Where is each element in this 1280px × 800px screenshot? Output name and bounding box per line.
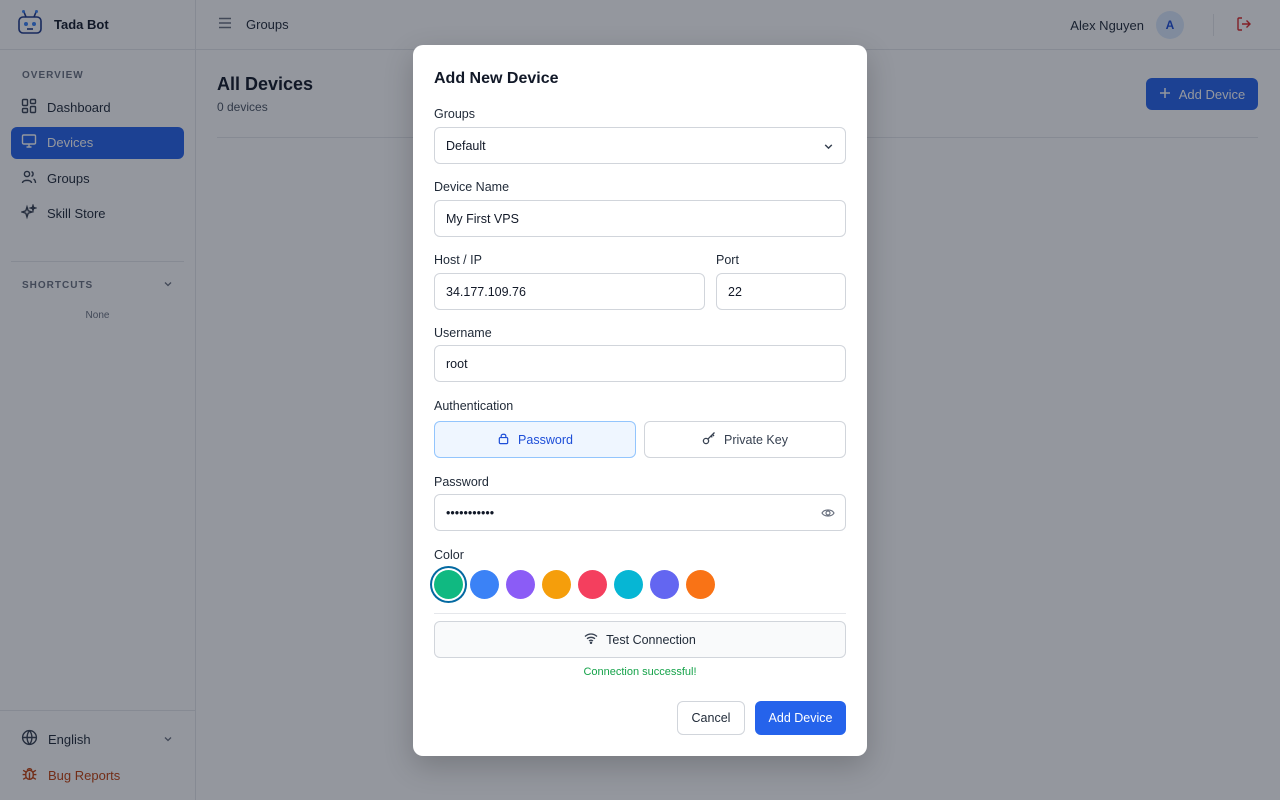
dialog-title: Add New Device (434, 70, 559, 87)
auth-private-key-option[interactable]: Private Key (644, 421, 846, 458)
device-name-label: Device Name (434, 180, 510, 194)
test-connection-label: Test Connection (606, 632, 696, 647)
eye-icon[interactable] (821, 507, 835, 522)
groups-label: Groups (434, 107, 475, 121)
groups-select[interactable]: Default (434, 127, 846, 164)
password-value: ••••••••••• (446, 505, 495, 520)
add-device-submit-button[interactable]: Add Device (755, 701, 846, 735)
port-label: Port (716, 253, 739, 267)
lock-icon (497, 432, 510, 448)
key-icon (702, 431, 716, 448)
color-swatch[interactable] (614, 570, 643, 599)
port-input[interactable]: 22 (716, 273, 846, 310)
color-swatch[interactable] (542, 570, 571, 599)
chevron-down-icon (823, 141, 834, 155)
username-input[interactable]: root (434, 345, 846, 382)
auth-password-label: Password (518, 432, 573, 447)
port-value: 22 (728, 284, 742, 299)
add-device-dialog: Add New Device Groups Default Device Nam… (413, 45, 867, 756)
color-swatch[interactable] (650, 570, 679, 599)
device-name-input[interactable]: My First VPS (434, 200, 846, 237)
test-connection-button[interactable]: Test Connection (434, 621, 846, 658)
cancel-button[interactable]: Cancel (677, 701, 745, 735)
password-label: Password (434, 475, 489, 489)
auth-password-option[interactable]: Password (434, 421, 636, 458)
groups-value: Default (446, 138, 486, 153)
wifi-icon (584, 632, 598, 647)
host-input[interactable]: 34.177.109.76 (434, 273, 705, 310)
color-swatch[interactable] (578, 570, 607, 599)
color-swatch[interactable] (506, 570, 535, 599)
host-label: Host / IP (434, 253, 482, 267)
auth-private-key-label: Private Key (724, 432, 788, 447)
password-input[interactable]: ••••••••••• (434, 494, 846, 531)
color-picker (434, 570, 715, 599)
color-swatch[interactable] (434, 570, 463, 599)
color-swatch[interactable] (686, 570, 715, 599)
device-name-value: My First VPS (446, 211, 519, 226)
authentication-label: Authentication (434, 399, 514, 413)
dialog-divider (434, 613, 846, 614)
username-value: root (446, 356, 468, 371)
color-label: Color (434, 548, 464, 562)
username-label: Username (434, 326, 492, 340)
host-value: 34.177.109.76 (446, 284, 526, 299)
color-swatch[interactable] (470, 570, 499, 599)
connection-status: Connection successful! (583, 666, 697, 678)
